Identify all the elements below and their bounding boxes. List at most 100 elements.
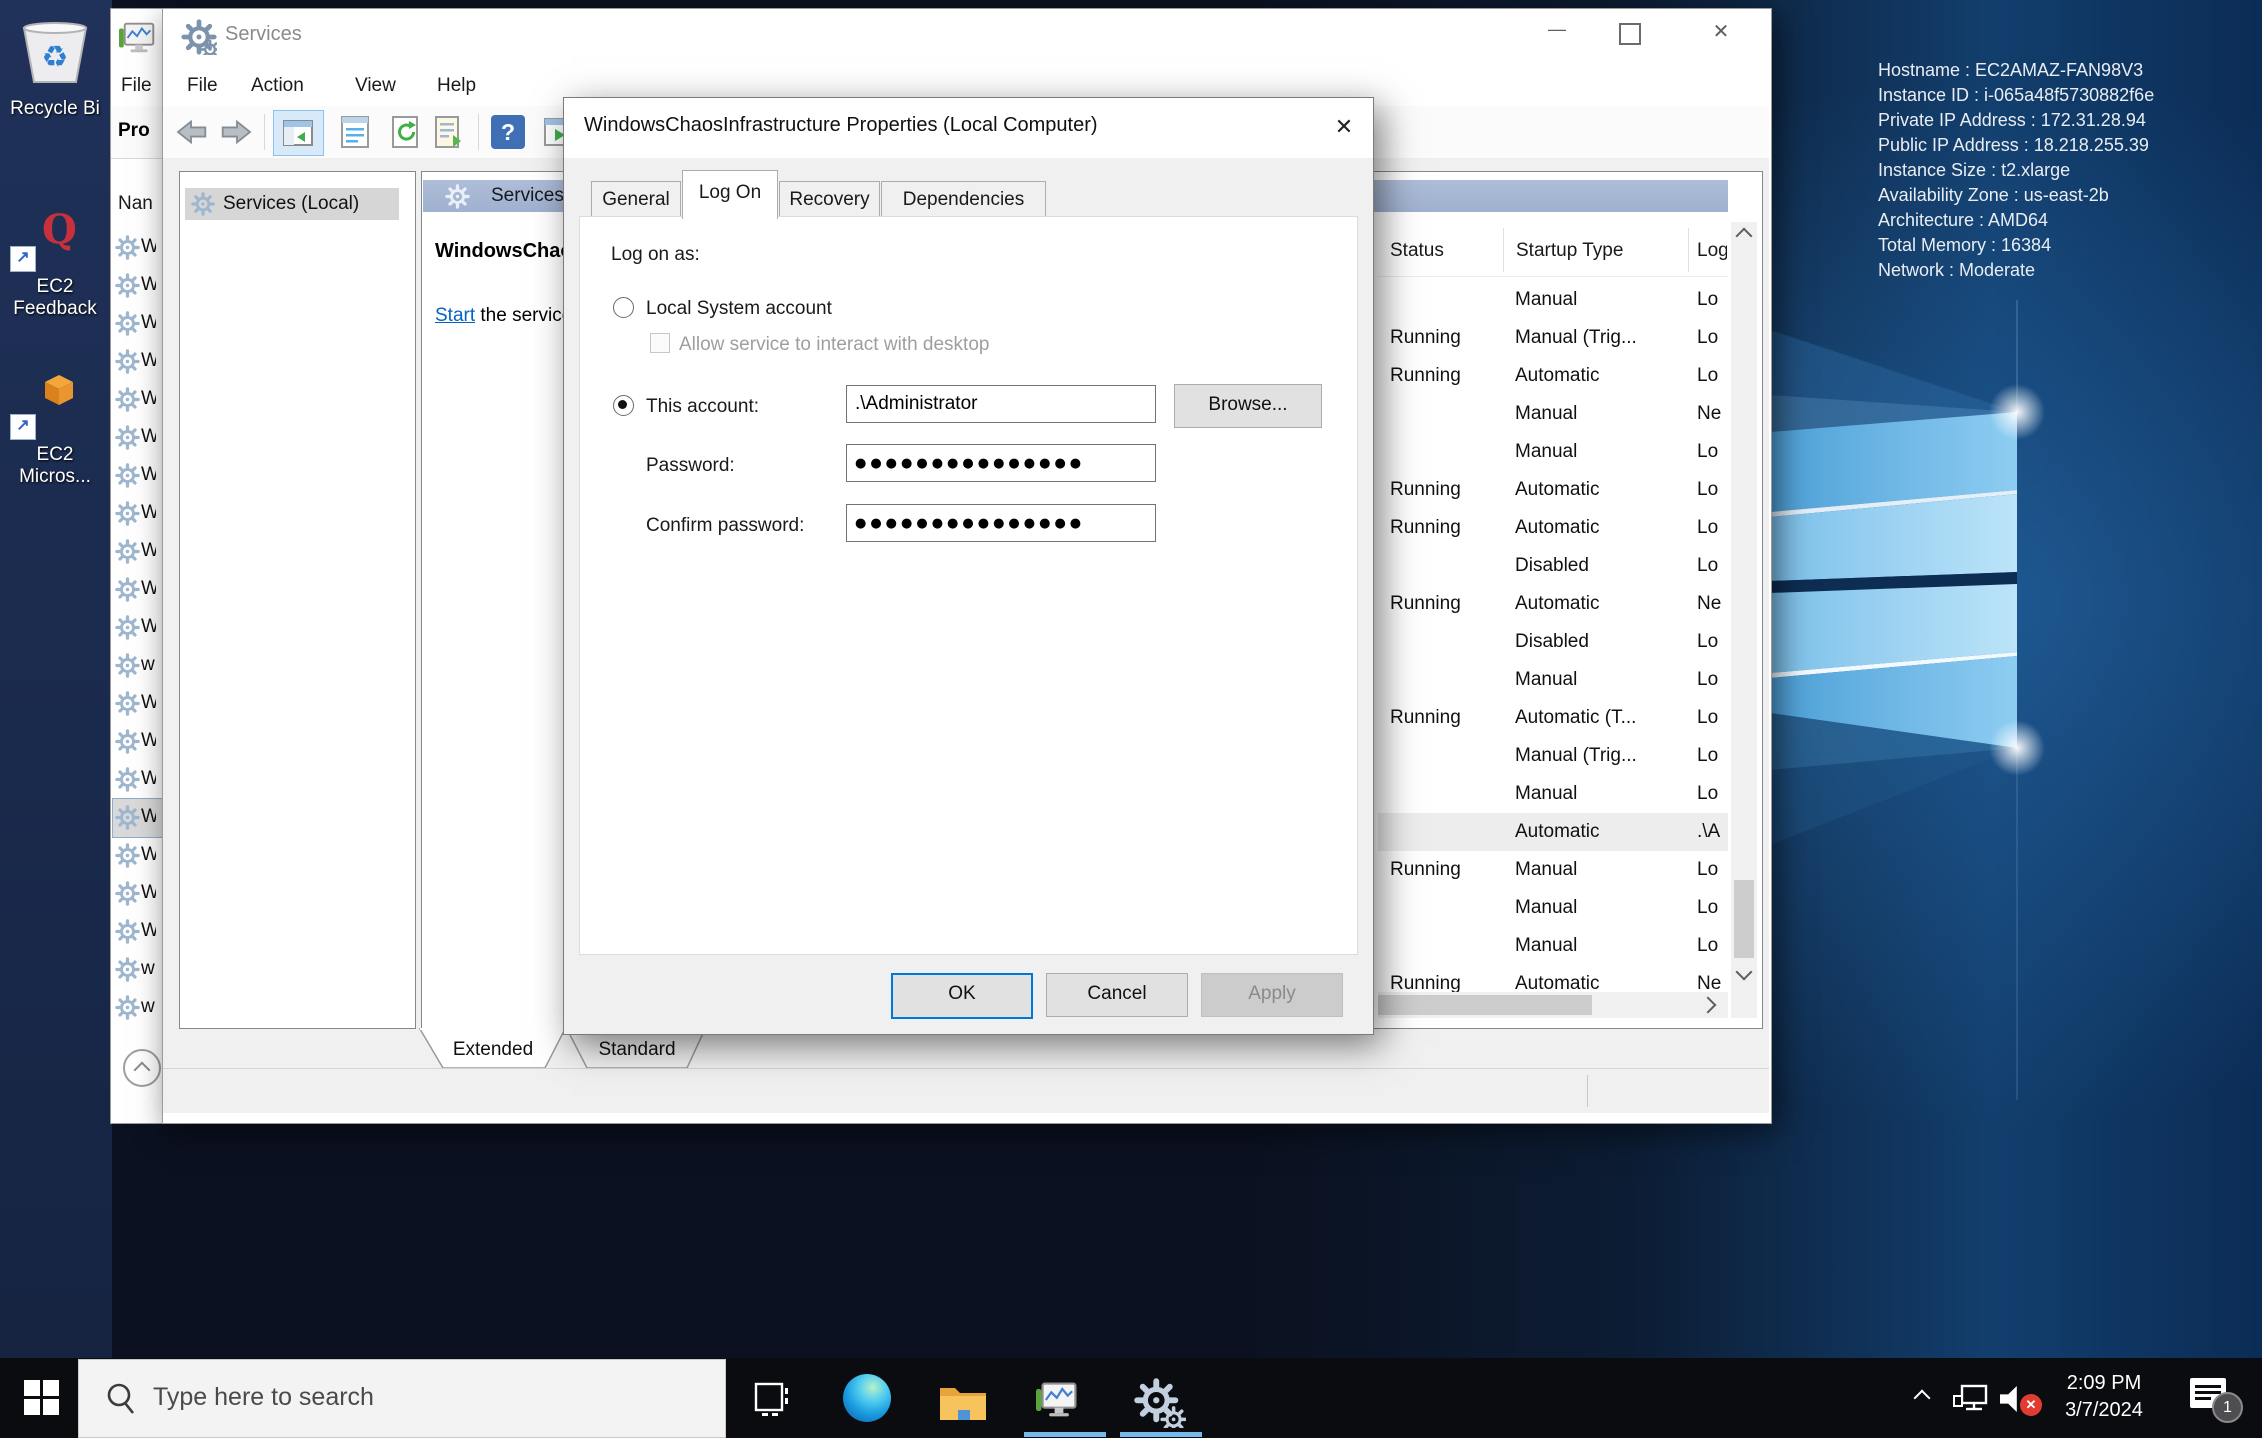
service-row[interactable]: Automatic.\A (1378, 813, 1728, 851)
service-row[interactable]: ManualLo (1378, 661, 1728, 699)
dialog-close-button[interactable]: ✕ (1326, 108, 1362, 146)
apply-button[interactable]: Apply (1201, 973, 1343, 1017)
ok-button[interactable]: OK (891, 973, 1033, 1019)
scroll-up-button[interactable] (123, 1049, 161, 1087)
scroll-right-arrow[interactable] (1700, 997, 1717, 1014)
background-service-row[interactable]: W (113, 723, 163, 761)
maximize-button[interactable] (1619, 23, 1641, 45)
background-service-row[interactable]: W (113, 913, 163, 951)
service-row[interactable]: ManualLo (1378, 775, 1728, 813)
help-button[interactable]: ? (491, 115, 525, 149)
network-icon[interactable] (1952, 1384, 1990, 1414)
background-service-row[interactable]: W (113, 761, 163, 799)
service-row[interactable]: ManualNe (1378, 395, 1728, 433)
background-service-row[interactable]: W (113, 457, 163, 495)
radio-local-system[interactable] (613, 297, 634, 318)
background-service-row[interactable]: W (113, 799, 163, 837)
desktop-icon-ec2-feedback[interactable]: Q ↗ EC2 Feedback (0, 210, 110, 320)
radio-local-system-label[interactable]: Local System account (646, 298, 832, 320)
tab-general[interactable]: General (591, 181, 681, 218)
service-row[interactable]: DisabledLo (1378, 623, 1728, 661)
action-center-button[interactable]: 1 (2190, 1376, 2236, 1420)
refresh-button[interactable] (389, 115, 421, 149)
tab-extended-label[interactable]: Extended (453, 1039, 533, 1060)
service-row[interactable]: RunningAutomatic (T...Lo (1378, 699, 1728, 737)
service-row[interactable]: Manual (Trig...Lo (1378, 737, 1728, 775)
background-service-row[interactable]: W (113, 685, 163, 723)
desktop-icon-ec2-microsoft[interactable]: ↗ EC2 Micros... (0, 372, 110, 482)
file-explorer-icon[interactable] (938, 1382, 988, 1422)
export-list-button[interactable] (433, 115, 467, 149)
menu-help[interactable]: Help (437, 75, 476, 97)
service-row[interactable]: RunningAutomaticNe (1378, 585, 1728, 623)
taskbar-clock[interactable]: 2:09 PM 3/7/2024 (2046, 1370, 2162, 1424)
service-row[interactable]: RunningAutomaticNe (1378, 965, 1728, 993)
vertical-scrollbar[interactable] (1731, 222, 1757, 992)
background-service-row[interactable]: W (113, 571, 163, 609)
service-row[interactable]: ManualLo (1378, 889, 1728, 927)
tree-item-services-local[interactable]: Services (Local) (185, 188, 399, 220)
scroll-down-arrow[interactable] (1736, 964, 1753, 981)
column-header-startup-type[interactable]: Startup Type (1516, 240, 1623, 262)
edge-icon[interactable] (843, 1374, 891, 1422)
perfmon-taskbar-icon[interactable] (1036, 1380, 1082, 1420)
account-input[interactable] (846, 385, 1156, 423)
services-taskbar-icon[interactable] (1130, 1376, 1186, 1428)
service-row[interactable]: ManualLo (1378, 927, 1728, 965)
scroll-up-arrow[interactable] (1736, 228, 1753, 245)
task-view-button[interactable] (752, 1380, 790, 1418)
background-service-row[interactable]: w (113, 989, 163, 1027)
background-service-row[interactable]: W (113, 229, 163, 267)
service-row[interactable]: DisabledLo (1378, 547, 1728, 585)
password-input[interactable] (846, 444, 1156, 482)
scrollbar-thumb[interactable] (1378, 995, 1592, 1015)
column-header-status[interactable]: Status (1390, 240, 1444, 262)
menu-file[interactable]: File (121, 75, 152, 97)
background-service-row[interactable]: W (113, 343, 163, 381)
tab-dependencies[interactable]: Dependencies (881, 181, 1046, 218)
background-service-row[interactable]: W (113, 267, 163, 305)
column-header-name[interactable]: Nan (118, 193, 160, 215)
close-button[interactable]: ✕ (1699, 19, 1743, 44)
background-service-row[interactable]: W (113, 381, 163, 419)
header-divider[interactable] (1688, 228, 1689, 272)
start-button[interactable] (24, 1380, 60, 1416)
background-service-row[interactable]: W (113, 305, 163, 343)
forward-button[interactable] (219, 119, 255, 145)
back-button[interactable] (173, 119, 209, 145)
tab-standard-label[interactable]: Standard (598, 1039, 675, 1060)
service-row[interactable]: ManualLo (1378, 281, 1728, 319)
service-row[interactable]: RunningAutomaticLo (1378, 471, 1728, 509)
confirm-password-input[interactable] (846, 504, 1156, 542)
background-service-row[interactable]: W (113, 875, 163, 913)
column-header-log-on-as[interactable]: Log On As (1697, 240, 1727, 262)
menu-view[interactable]: View (355, 75, 396, 97)
background-service-row[interactable]: W (113, 837, 163, 875)
radio-this-account[interactable] (613, 395, 634, 416)
start-service-link[interactable]: Start (435, 305, 475, 326)
console-tree-button[interactable] (273, 110, 324, 156)
radio-this-account-label[interactable]: This account: (646, 396, 759, 418)
tab-log-on[interactable]: Log On (682, 170, 778, 219)
browse-button[interactable]: Browse... (1174, 384, 1322, 428)
cancel-button[interactable]: Cancel (1046, 973, 1188, 1017)
service-row[interactable]: RunningManualLo (1378, 851, 1728, 889)
checkbox-interact-desktop-label[interactable]: Allow service to interact with desktop (679, 334, 989, 356)
service-row[interactable]: RunningAutomaticLo (1378, 509, 1728, 547)
background-service-row[interactable]: w (113, 951, 163, 989)
desktop-icon-recycle-bin[interactable]: ♻ Recycle Bi (0, 16, 110, 120)
service-row[interactable]: ManualLo (1378, 433, 1728, 471)
tray-expand-icon[interactable] (1914, 1390, 1931, 1407)
background-service-row[interactable]: W (113, 533, 163, 571)
background-service-row[interactable]: W (113, 609, 163, 647)
menu-file[interactable]: File (187, 75, 218, 97)
scrollbar-thumb[interactable] (1734, 880, 1754, 958)
properties-button[interactable] (339, 115, 371, 149)
dialog-titlebar[interactable]: WindowsChaosInfrastructure Properties (L… (564, 98, 1373, 158)
minimize-button[interactable]: — (1535, 19, 1579, 40)
background-service-row[interactable]: W (113, 419, 163, 457)
checkbox-interact-desktop[interactable] (650, 333, 670, 353)
service-row[interactable]: RunningAutomaticLo (1378, 357, 1728, 395)
header-divider[interactable] (1503, 228, 1504, 272)
menu-action[interactable]: Action (251, 75, 304, 97)
